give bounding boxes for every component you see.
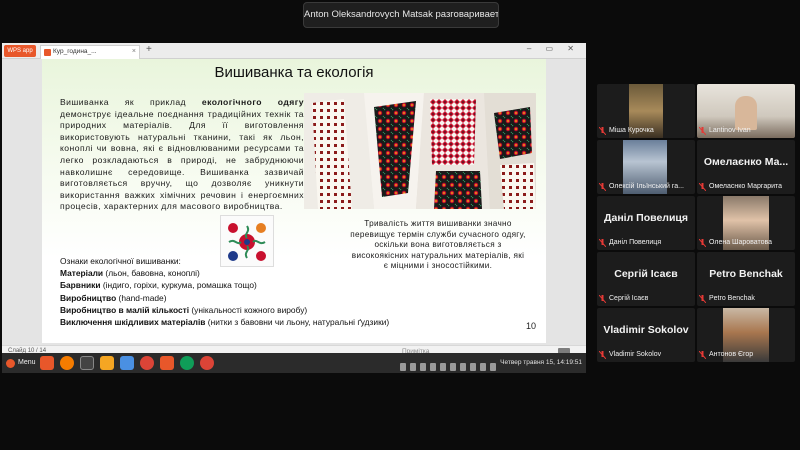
muted-mic-icon bbox=[599, 295, 606, 303]
document-tab[interactable]: Кур_година_... ишанка_2025 × bbox=[40, 45, 140, 67]
slide-viewport: Вишиванка та екологія Вишиванка як прикл… bbox=[2, 59, 586, 345]
close-tab-icon[interactable]: × bbox=[132, 46, 136, 58]
participant-display-name: Омелаєнко Ма... bbox=[703, 156, 789, 168]
slide: Вишиванка та екологія Вишиванка як прикл… bbox=[42, 59, 546, 343]
muted-mic-icon bbox=[599, 183, 606, 191]
muted-mic-icon bbox=[699, 295, 706, 303]
intro-bold: екологічного одягу bbox=[201, 97, 304, 107]
participant-label: Lantinov Ivan bbox=[699, 125, 751, 136]
folder-icon[interactable] bbox=[100, 356, 114, 370]
chrome-icon[interactable] bbox=[140, 356, 154, 370]
eco-features-list: Ознаки екологічної вишиванки: Матеріали … bbox=[60, 255, 390, 328]
files-app-icon[interactable] bbox=[40, 356, 54, 370]
os-taskbar: Menu Четвер травня 15, 14:19:51 bbox=[2, 353, 586, 373]
features-heading: Ознаки екологічної вишиванки: bbox=[60, 256, 181, 266]
system-tray-icons[interactable] bbox=[400, 358, 500, 371]
wps-tab-bar: WPS app Кур_година_... ишанка_2025 × + –… bbox=[2, 43, 586, 67]
feature-bold: Матеріали bbox=[60, 268, 104, 279]
participant-tile[interactable]: Vladimir Sokolov Vladimir Sokolov bbox=[597, 308, 695, 362]
participant-tile[interactable]: Олена Шароватова bbox=[697, 196, 795, 250]
lifetime-text: Тривалість життя вишиванки значно переви… bbox=[350, 219, 526, 271]
participant-tile[interactable]: Даніл Повелиця Даніл Повелиця bbox=[597, 196, 695, 250]
presentation-icon bbox=[44, 49, 51, 56]
participant-label: Petro Benchak bbox=[699, 293, 755, 304]
embroidered-shirts-photo bbox=[304, 93, 536, 209]
slide-intro-text: Вишиванка як приклад екологічного одягу … bbox=[60, 97, 304, 213]
feature-text: (hand-made) bbox=[116, 292, 167, 303]
participant-label: Сергій Ісаєв bbox=[599, 293, 648, 304]
participant-tile[interactable]: Lantinov Ivan bbox=[697, 84, 795, 138]
muted-mic-icon bbox=[699, 239, 706, 247]
participant-display-name: Даніл Повелиця bbox=[604, 212, 688, 224]
participant-tile[interactable]: Омелаєнко Ма... Омеласнко Маргарита bbox=[697, 140, 795, 194]
meeting-window: { "meeting": { "speaking_banner": "Anton… bbox=[0, 0, 800, 450]
new-tab-button[interactable]: + bbox=[146, 44, 152, 55]
slide-page-number: 10 bbox=[526, 321, 537, 331]
participant-label: Олена Шароватова bbox=[699, 237, 772, 248]
feature-text: (льон, бавовна, коноплі) bbox=[103, 268, 200, 279]
participant-tile[interactable]: Антонов Єгор bbox=[697, 308, 795, 362]
muted-mic-icon bbox=[599, 127, 606, 135]
zoom-app-icon[interactable] bbox=[120, 356, 134, 370]
wps-presentation-icon[interactable] bbox=[160, 356, 174, 370]
participant-tile[interactable]: Олексій Ільїнський га... bbox=[597, 140, 695, 194]
participant-label: Олексій Ільїнський га... bbox=[599, 181, 684, 192]
participant-display-name: Vladimir Sokolov bbox=[603, 324, 689, 336]
shared-screen: WPS app Кур_година_... ишанка_2025 × + –… bbox=[2, 43, 586, 373]
feature-text: (індиго, горіхи, куркума, ромашка тощо) bbox=[100, 280, 257, 291]
menu-label: Menu bbox=[18, 359, 36, 366]
feature-item: Виробництво в малій кількості (унікально… bbox=[60, 304, 390, 316]
active-speaker-banner: Anton Oleksandrovych Matsak разговаривае… bbox=[303, 2, 499, 28]
participant-label: Антонов Єгор bbox=[699, 349, 753, 360]
feature-bold: Барвники bbox=[60, 280, 101, 291]
participant-tile[interactable]: Сергій Ісаєв Сергій Ісаєв bbox=[597, 252, 695, 306]
participant-display-name: Сергій Ісаєв bbox=[614, 268, 678, 280]
slide-title: Вишиванка та екологія bbox=[214, 64, 374, 81]
firefox-icon[interactable] bbox=[60, 356, 74, 370]
muted-mic-icon bbox=[699, 127, 706, 135]
participant-tile[interactable]: Міша Курочка bbox=[597, 84, 695, 138]
wps-home-tab[interactable]: WPS app bbox=[4, 45, 36, 57]
muted-mic-icon bbox=[599, 351, 606, 359]
participant-label: Омеласнко Маргарита bbox=[699, 181, 782, 192]
muted-mic-icon bbox=[699, 183, 706, 191]
feature-bold: Виробництво bbox=[60, 292, 117, 303]
participant-label: Міша Курочка bbox=[599, 125, 654, 136]
intro-rest: демонструє ідеальне поєднання традиційни… bbox=[60, 108, 304, 212]
start-menu-button[interactable]: Menu bbox=[6, 356, 36, 370]
feature-item: Виробництво (hand-made) bbox=[60, 292, 390, 304]
participant-label: Даніл Повелиця bbox=[599, 237, 661, 248]
feature-text: (унікальності кожного виробу) bbox=[189, 304, 308, 315]
participant-tile[interactable]: Petro Benchak Petro Benchak bbox=[697, 252, 795, 306]
participant-display-name: Petro Benchak bbox=[709, 268, 783, 280]
terminal-icon[interactable] bbox=[80, 356, 94, 370]
menu-icon bbox=[6, 359, 15, 368]
feature-text: (нитки з бавовни чи льону, натуральні ґу… bbox=[205, 317, 390, 328]
feature-bold: Виключення шкідливих матеріалів bbox=[60, 317, 206, 328]
window-controls[interactable]: – ▭ ✕ bbox=[527, 44, 580, 53]
muted-mic-icon bbox=[599, 239, 606, 247]
feature-item: Виключення шкідливих матеріалів (нитки з… bbox=[60, 316, 390, 328]
feature-item: Матеріали (льон, бавовна, коноплі) bbox=[60, 267, 390, 279]
feature-bold: Виробництво в малій кількості bbox=[60, 304, 190, 315]
participant-label: Vladimir Sokolov bbox=[599, 349, 661, 360]
clock[interactable]: Четвер травня 15, 14:19:51 bbox=[500, 356, 582, 370]
muted-mic-icon bbox=[699, 351, 706, 359]
feature-item: Барвники (індиго, горіхи, куркума, ромаш… bbox=[60, 279, 390, 291]
chrome-icon-3[interactable] bbox=[200, 356, 214, 370]
intro-lead: Вишиванка як приклад bbox=[60, 97, 202, 107]
chrome-icon-2[interactable] bbox=[180, 356, 194, 370]
